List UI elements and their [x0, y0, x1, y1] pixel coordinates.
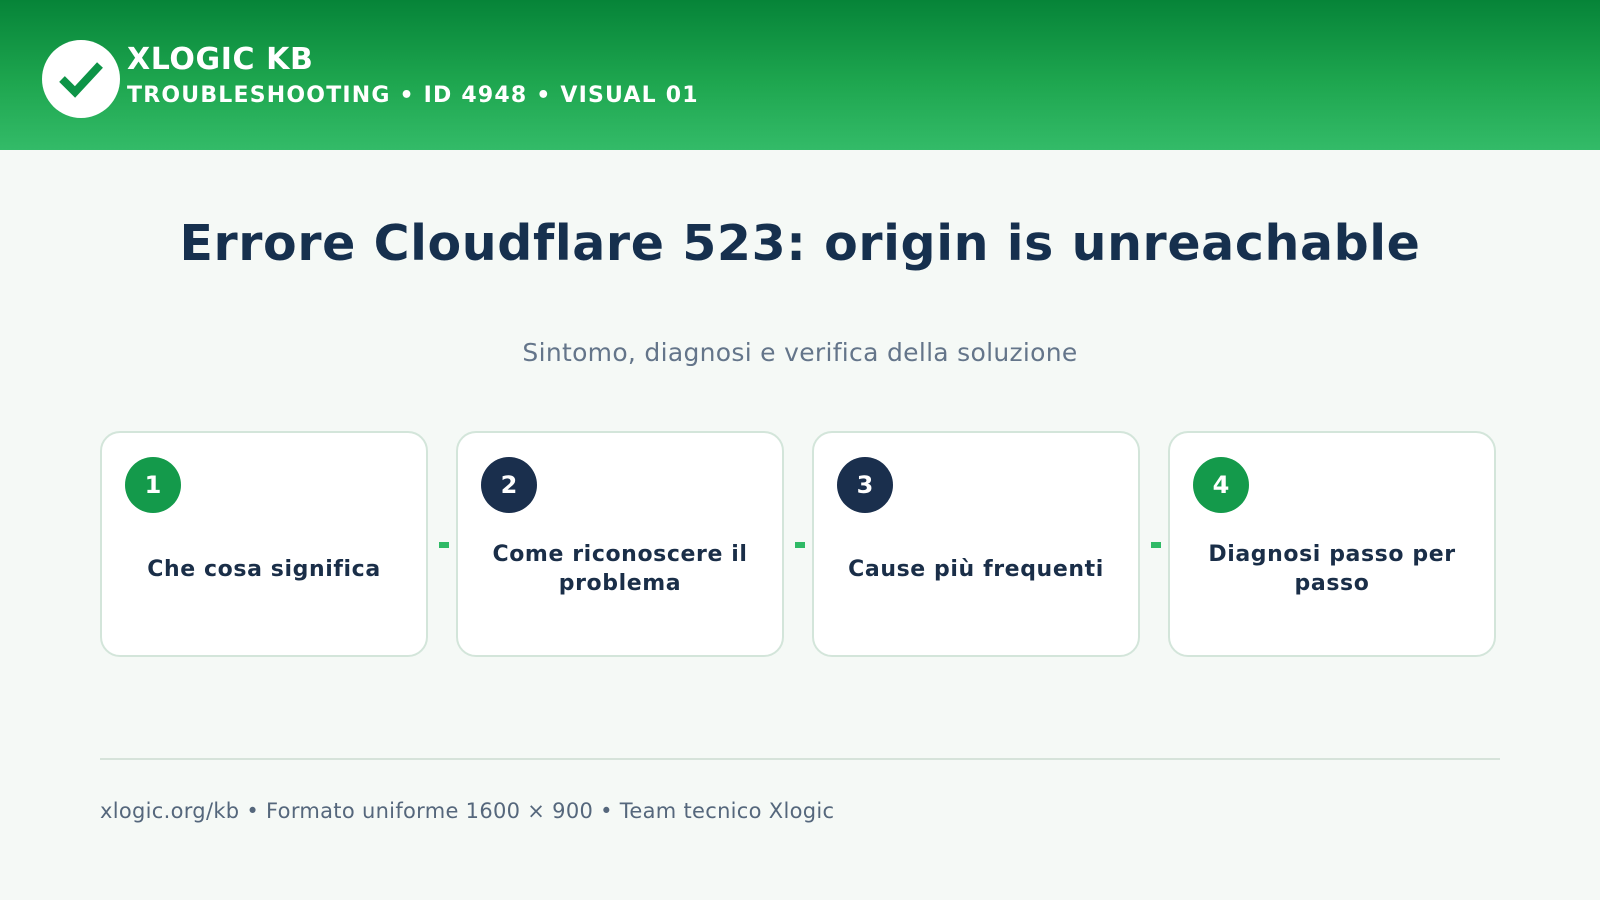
- logo: [42, 40, 120, 118]
- step-card-3: 3 Cause più frequenti: [812, 431, 1140, 657]
- step-label: Come riconoscere il problema: [492, 542, 748, 596]
- footer-text: xlogic.org/kb • Formato uniforme 1600 × …: [100, 799, 835, 823]
- footer-divider: [100, 758, 1500, 760]
- step-connector: [1151, 542, 1161, 548]
- step-number-badge: 4: [1193, 457, 1249, 513]
- page-title: Errore Cloudflare 523: origin is unreach…: [179, 215, 1421, 272]
- step-number-badge: 1: [125, 457, 181, 513]
- brand-name: XLOGIC KB: [127, 42, 314, 77]
- check-icon: [59, 62, 103, 98]
- step-label: Che cosa significa: [147, 556, 381, 582]
- step-number-badge: 3: [837, 457, 893, 513]
- step-card-4: 4 Diagnosi passo per passo: [1168, 431, 1496, 657]
- step-label: Diagnosi passo per passo: [1208, 542, 1456, 596]
- page-subtitle: Sintomo, diagnosi e verifica della soluz…: [522, 338, 1078, 367]
- step-card-2: 2 Come riconoscere il problema: [456, 431, 784, 657]
- step-label: Cause più frequenti: [848, 556, 1104, 582]
- step-connector: [439, 542, 449, 548]
- step-number-badge: 2: [481, 457, 537, 513]
- step-card-1: 1 Che cosa significa: [100, 431, 428, 657]
- header-subtitle: TROUBLESHOOTING • ID 4948 • VISUAL 01: [127, 83, 699, 108]
- step-connector: [795, 542, 805, 548]
- header-banner: XLOGIC KB TROUBLESHOOTING • ID 4948 • VI…: [0, 0, 1600, 150]
